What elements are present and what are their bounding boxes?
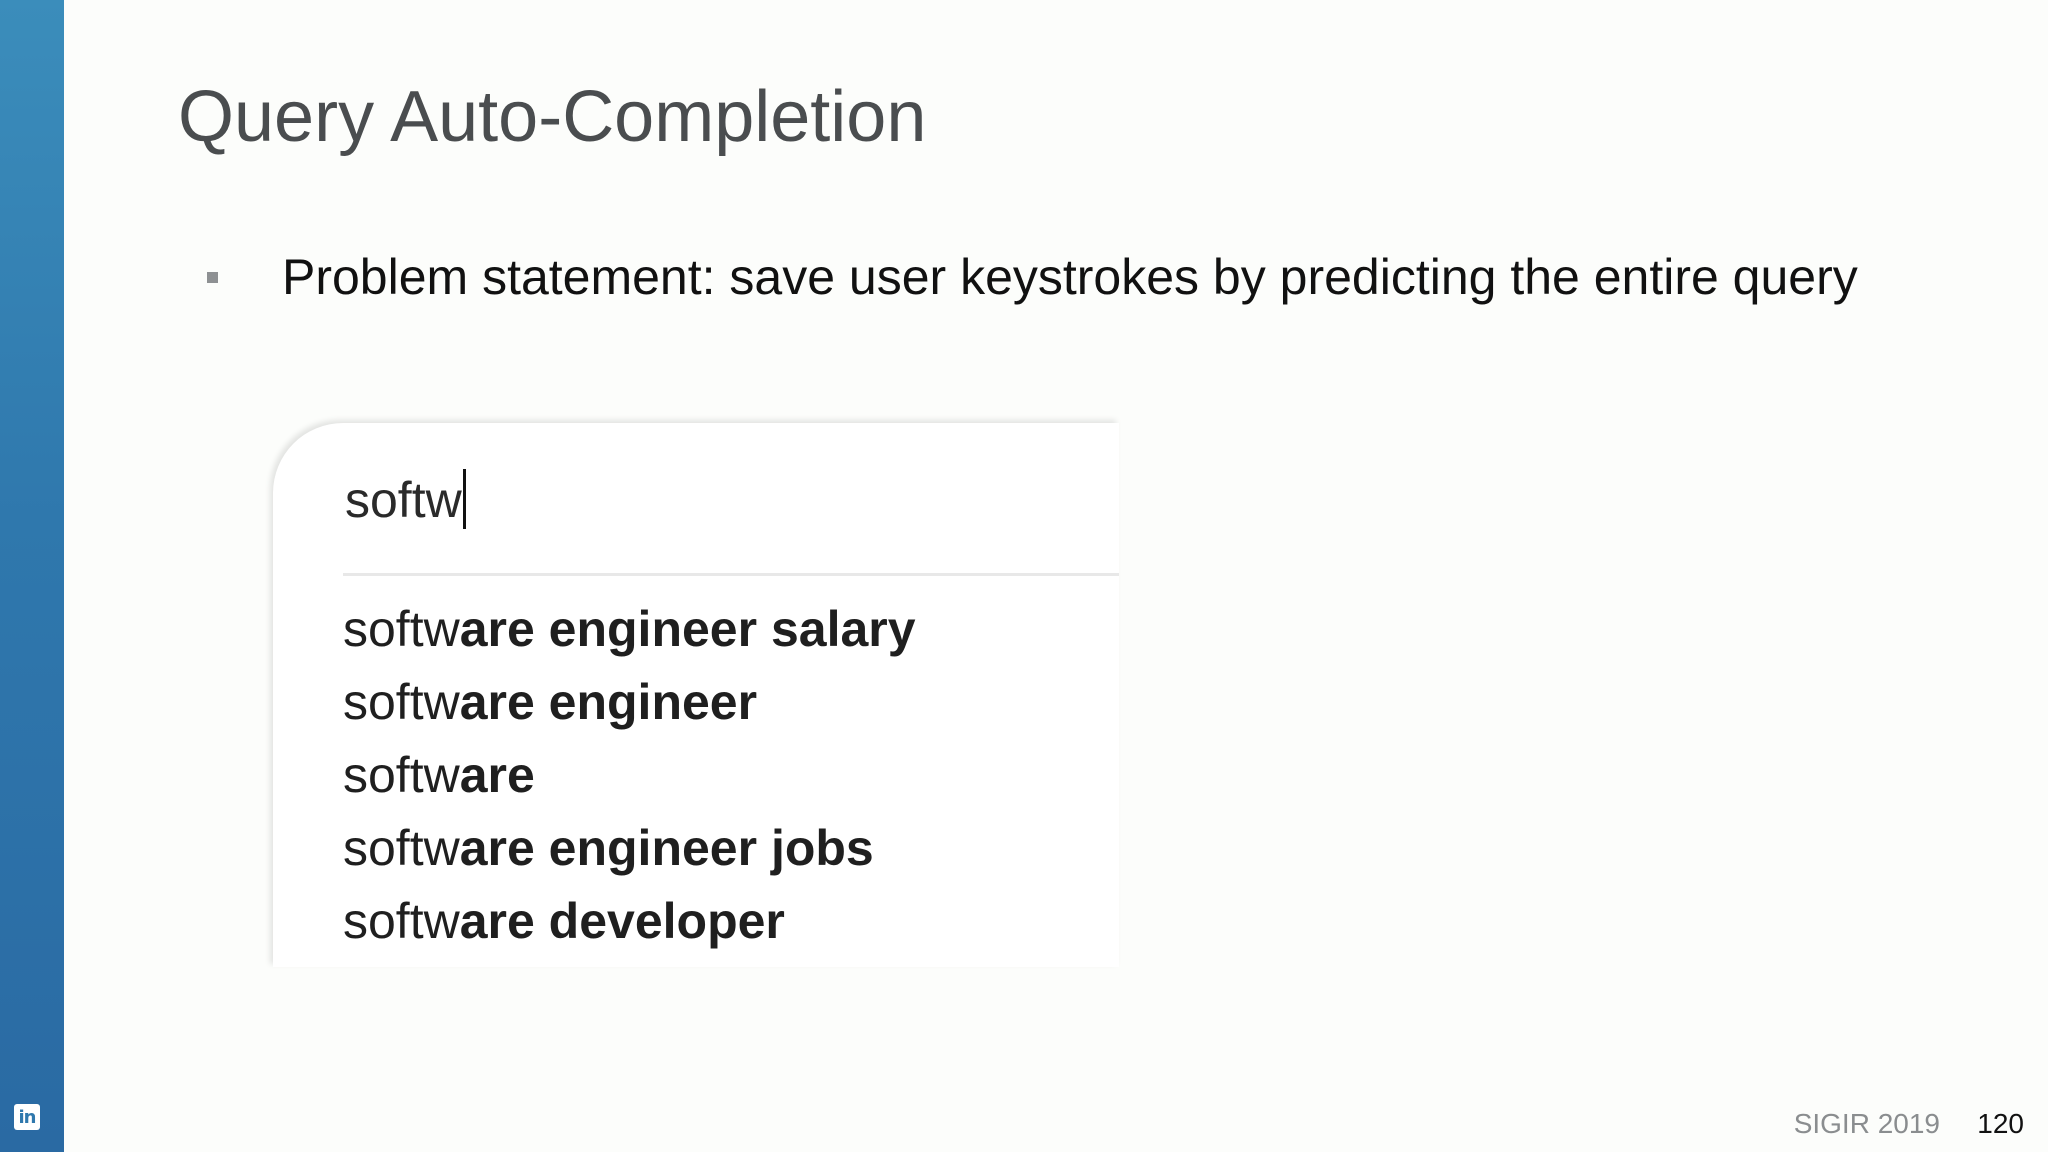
suggestion-typed-part: softw [343, 820, 460, 876]
suggestion-typed-part: softw [343, 674, 460, 730]
suggestion-completion: are [459, 747, 535, 803]
page-number: 120 [1977, 1108, 2024, 1139]
suggestion-item[interactable]: software engineer jobs [343, 812, 916, 885]
suggestion-list: software engineer salary software engine… [343, 593, 916, 958]
suggestion-typed-part: softw [343, 601, 460, 657]
suggestion-completion: are developer [459, 893, 785, 949]
autocomplete-box: softw software engineer salary software … [273, 423, 1119, 967]
text-caret [462, 469, 466, 529]
bullet-text: Problem statement: save user keystrokes … [282, 249, 1858, 305]
side-bar: in [0, 0, 64, 1152]
linkedin-icon: in [14, 1104, 40, 1130]
bullet-square-icon [207, 272, 218, 283]
suggestion-completion: are engineer jobs [459, 820, 874, 876]
suggestion-item[interactable]: software engineer salary [343, 593, 916, 666]
footer-conference: SIGIR 2019 [1793, 1108, 1940, 1139]
suggestion-item[interactable]: software developer [343, 885, 916, 958]
suggestion-completion: are engineer [459, 674, 758, 730]
search-input-value: softw [345, 472, 462, 528]
divider [343, 573, 1119, 576]
slide-title: Query Auto-Completion [178, 77, 927, 157]
suggestion-item[interactable]: software [343, 739, 916, 812]
suggestion-completion: are engineer salary [459, 601, 916, 657]
suggestion-typed-part: softw [343, 893, 460, 949]
suggestion-item[interactable]: software engineer [343, 666, 916, 739]
slide: in Query Auto-Completion Problem stateme… [0, 0, 2048, 1152]
search-input[interactable]: softw [345, 469, 466, 529]
suggestion-typed-part: softw [343, 747, 460, 803]
